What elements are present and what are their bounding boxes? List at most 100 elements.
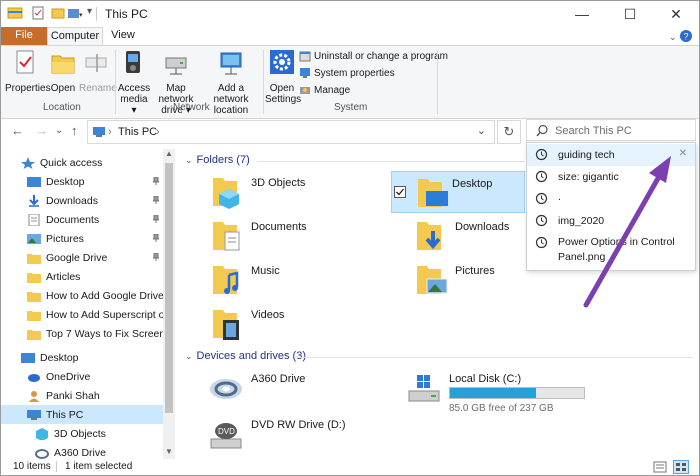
nav-documents[interactable]: Documents: [1, 210, 163, 229]
drive-name: A360 Drive: [251, 373, 305, 385]
group-location-label: Location: [43, 102, 81, 113]
uninstall-program-button[interactable]: Uninstall or change a program: [299, 50, 448, 62]
devices-section-header[interactable]: ⌄ Devices and drives (3): [185, 350, 306, 362]
tiles-view-icon[interactable]: [673, 460, 689, 474]
nav-folder-screen-rotation-article[interactable]: Top 7 Ways to Fix Screen Rota: [1, 324, 163, 343]
nav-folder-google-drive-article[interactable]: How to Add Google Drive to: [1, 286, 163, 305]
ribbon-tabs: File Computer View ⌄?: [1, 27, 699, 45]
folder-tile-videos[interactable]: Videos: [203, 303, 393, 345]
rename-button[interactable]: Rename: [79, 48, 113, 94]
search-suggestion[interactable]: Power Options in Control Panel.png: [527, 232, 695, 270]
folder-tile-music[interactable]: Music: [203, 259, 393, 301]
open-button[interactable]: Open: [47, 48, 79, 94]
scroll-up-icon[interactable]: ▲: [165, 149, 173, 158]
item-count: 10 items: [13, 461, 51, 472]
open-settings-button[interactable]: OpenSettings: [265, 48, 299, 105]
drive-tile-a360[interactable]: A360 Drive: [203, 367, 393, 409]
pin-icon: [153, 196, 159, 204]
scroll-thumb[interactable]: [165, 163, 173, 413]
search-box[interactable]: [526, 119, 696, 141]
collapse-chevron-icon[interactable]: ⌄: [185, 351, 193, 362]
back-arrow-icon[interactable]: ←: [11, 123, 24, 138]
folder-icon: [27, 328, 41, 340]
nav-this-pc[interactable]: This PC: [1, 405, 163, 424]
path-chevron-icon[interactable]: ›: [156, 126, 160, 138]
nav-folder-superscript-article[interactable]: How to Add Superscript or Su: [1, 305, 163, 324]
up-arrow-icon[interactable]: ↑: [71, 123, 78, 138]
network-location-icon: [217, 48, 245, 78]
qa-customize-icon[interactable]: ▾: [87, 6, 92, 17]
remove-suggestion-icon[interactable]: ✕: [679, 148, 687, 159]
forward-arrow-icon[interactable]: →: [35, 123, 48, 138]
add-network-location-button[interactable]: Add a networklocation: [202, 48, 260, 116]
nav-google-drive[interactable]: Google Drive: [1, 248, 163, 267]
tab-view[interactable]: View: [103, 27, 143, 45]
svg-text:⌄: ⌄: [669, 32, 677, 42]
minimize-button[interactable]: —: [559, 1, 605, 27]
collapse-chevron-icon[interactable]: ⌄: [185, 155, 193, 166]
folder-tile-documents[interactable]: Documents: [203, 215, 393, 257]
search-suggestion[interactable]: img_2020: [527, 210, 695, 232]
downloads-folder-icon: [411, 217, 449, 255]
nav-scrollbar[interactable]: ▲ ▼: [163, 149, 175, 459]
maximize-button[interactable]: ☐: [607, 1, 653, 27]
address-bar[interactable]: › This PC › ⌄: [87, 120, 495, 144]
search-input[interactable]: [555, 123, 691, 139]
system-properties-button[interactable]: System properties: [299, 67, 395, 79]
search-suggestion[interactable]: guiding tech ✕: [527, 144, 695, 166]
folder-tile-3d-objects[interactable]: 3D Objects: [203, 171, 393, 213]
folder-tile-pictures[interactable]: Pictures: [407, 259, 525, 301]
properties-qa-icon[interactable]: [31, 6, 45, 20]
desktop-icon: [27, 176, 41, 188]
nav-label: Quick access: [40, 157, 102, 169]
nav-user-folder[interactable]: Panki Shah: [1, 386, 163, 405]
ribbon-separator: [263, 50, 264, 114]
qa-folder-icon[interactable]: ▾: [67, 6, 83, 20]
drive-free-space: 85.0 GB free of 237 GB: [449, 403, 554, 414]
search-suggestion[interactable]: size: gigantic: [527, 166, 695, 188]
nav-onedrive[interactable]: OneDrive: [1, 367, 163, 386]
folder-tile-desktop[interactable]: Desktop: [391, 171, 525, 213]
folder-icon: [27, 309, 41, 321]
refresh-button[interactable]: ↻: [497, 120, 521, 144]
nav-quick-access[interactable]: Quick access: [1, 153, 163, 172]
folder-tile-downloads[interactable]: Downloads: [407, 215, 525, 257]
nav-pictures[interactable]: Pictures: [1, 229, 163, 248]
details-view-icon[interactable]: [653, 461, 667, 473]
music-folder-icon: [207, 261, 245, 299]
search-suggestion[interactable]: .: [527, 188, 695, 210]
scroll-down-icon[interactable]: ▼: [165, 447, 173, 456]
new-folder-qa-icon[interactable]: [51, 6, 65, 20]
access-media-button[interactable]: Accessmedia ▾: [117, 48, 151, 116]
path-chevron-icon[interactable]: ›: [108, 126, 112, 138]
pin-icon: [153, 215, 159, 223]
properties-button[interactable]: Properties: [5, 48, 45, 94]
nav-articles[interactable]: Articles: [1, 267, 163, 286]
ribbon-separator: [115, 50, 116, 114]
ribbon-help-icon[interactable]: ⌄?: [667, 27, 695, 45]
open-settings-label: OpenSettings: [265, 83, 299, 105]
nav-desktop[interactable]: Desktop: [1, 348, 163, 367]
nav-a360-drive[interactable]: A360 Drive: [1, 443, 163, 459]
folders-section-header[interactable]: ⌄ Folders (7): [185, 154, 250, 166]
checkbox-checked-icon[interactable]: [394, 186, 406, 198]
address-dropdown-icon[interactable]: ⌄: [477, 124, 486, 137]
close-button[interactable]: ✕: [653, 1, 699, 27]
a360-icon: [35, 447, 49, 459]
address-path[interactable]: This PC: [118, 126, 157, 138]
drive-tile-local-disk[interactable]: Local Disk (C:) 85.0 GB free of 237 GB: [401, 367, 591, 409]
nav-label: Articles: [46, 271, 80, 283]
desktop-folder-icon: [412, 174, 450, 212]
nav-3d-objects[interactable]: 3D Objects: [1, 424, 163, 443]
drive-tile-dvd[interactable]: DVD DVD RW Drive (D:): [203, 413, 393, 455]
recent-locations-icon[interactable]: ⌄: [55, 125, 63, 136]
ribbon-separator: [437, 50, 438, 114]
nav-desktop-pinned[interactable]: Desktop: [1, 172, 163, 191]
folder-name: Videos: [251, 309, 284, 321]
tab-computer[interactable]: Computer: [47, 27, 103, 45]
nav-downloads[interactable]: Downloads: [1, 191, 163, 210]
gear-icon: [268, 48, 296, 78]
tab-file[interactable]: File: [1, 27, 47, 45]
group-system-label: System: [334, 102, 367, 113]
manage-button[interactable]: Manage: [299, 84, 350, 96]
